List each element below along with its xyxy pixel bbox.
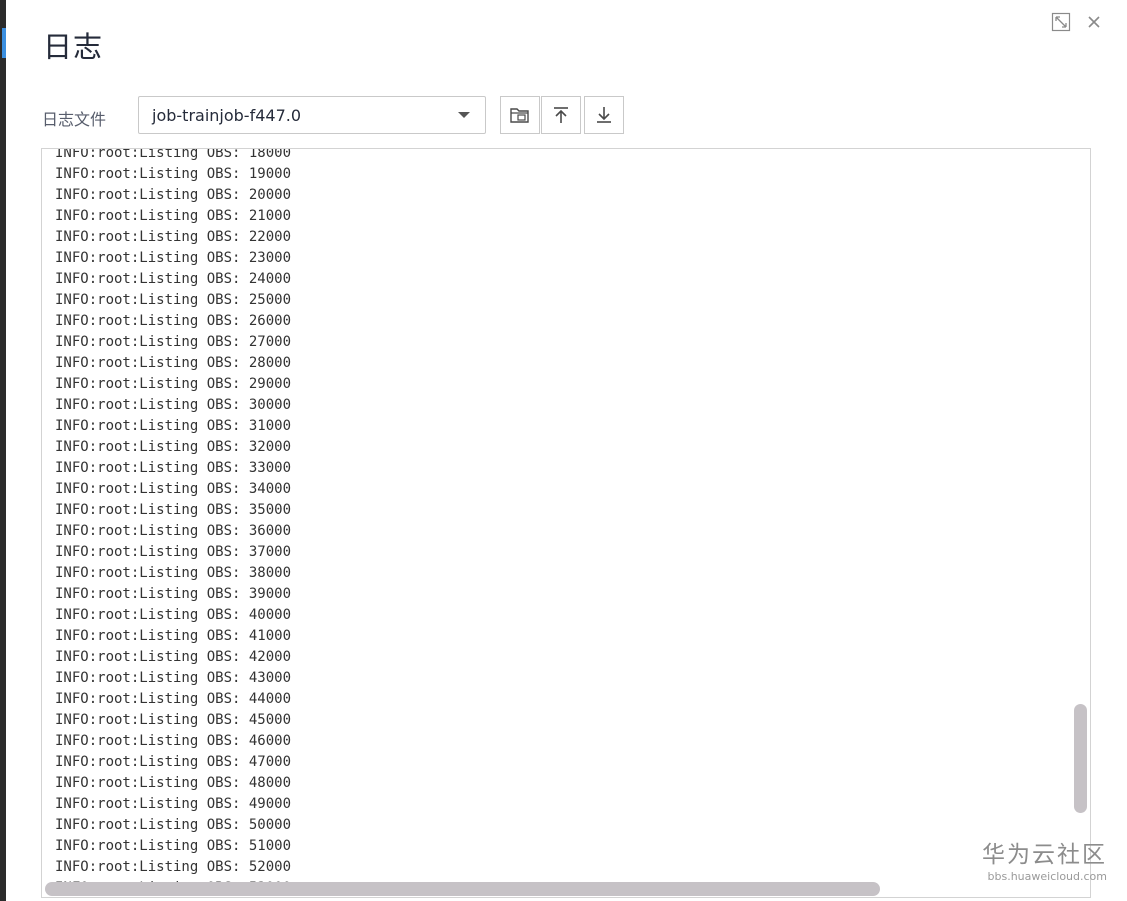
log-line: INFO:root:Listing OBS: 34000 xyxy=(55,481,292,497)
close-button[interactable] xyxy=(1084,12,1104,32)
log-line: INFO:root:Listing OBS: 31000 xyxy=(55,418,292,434)
log-line: INFO:root:Listing OBS: 28000 xyxy=(55,355,292,371)
log-line: INFO:root:Listing OBS: 24000 xyxy=(55,271,292,287)
log-line: INFO:root:Listing OBS: 44000 xyxy=(55,691,292,707)
log-line: INFO:root:Listing OBS: 27000 xyxy=(55,334,292,350)
log-line: INFO:root:Listing OBS: 18000 xyxy=(55,148,292,161)
watermark: 华为云社区 bbs.huaweicloud.com xyxy=(982,835,1107,883)
dialog-title: 日志 xyxy=(43,30,104,64)
maximize-icon xyxy=(1051,12,1071,32)
log-line: INFO:root:Listing OBS: 41000 xyxy=(55,628,292,644)
log-file-select-value: job-trainjob-f447.0 xyxy=(152,106,302,125)
log-line: INFO:root:Listing OBS: 49000 xyxy=(55,796,292,812)
log-line: INFO:root:Listing OBS: 26000 xyxy=(55,313,292,329)
log-lines: INFO:root:Listing OBS: 18000 INFO:root:Li… xyxy=(55,148,292,897)
open-folder-button[interactable] xyxy=(500,96,540,134)
chevron-down-icon xyxy=(458,112,470,118)
horizontal-scrollbar-thumb[interactable] xyxy=(45,882,880,896)
log-line: INFO:root:Listing OBS: 46000 xyxy=(55,733,292,749)
log-line: INFO:root:Listing OBS: 29000 xyxy=(55,376,292,392)
log-line: INFO:root:Listing OBS: 32000 xyxy=(55,439,292,455)
log-line: INFO:root:Listing OBS: 50000 xyxy=(55,817,292,833)
log-line: INFO:root:Listing OBS: 38000 xyxy=(55,565,292,581)
log-line: INFO:root:Listing OBS: 20000 xyxy=(55,187,292,203)
watermark-name: 华为云社区 xyxy=(982,842,1107,868)
maximize-button[interactable] xyxy=(1051,12,1071,32)
download-button[interactable] xyxy=(584,96,624,134)
log-line: INFO:root:Listing OBS: 37000 xyxy=(55,544,292,560)
arrow-up-to-top-icon xyxy=(554,107,568,123)
scroll-to-top-button[interactable] xyxy=(541,96,581,134)
log-line: INFO:root:Listing OBS: 33000 xyxy=(55,460,292,476)
download-icon xyxy=(597,107,611,123)
log-line: INFO:root:Listing OBS: 25000 xyxy=(55,292,292,308)
log-line: INFO:root:Listing OBS: 51000 xyxy=(55,838,292,854)
watermark-url: bbs.huaweicloud.com xyxy=(987,870,1107,883)
folder-icon xyxy=(510,108,529,123)
log-line: INFO:root:Listing OBS: 35000 xyxy=(55,502,292,518)
log-line: INFO:root:Listing OBS: 30000 xyxy=(55,397,292,413)
log-line: INFO:root:Listing OBS: 19000 xyxy=(55,166,292,182)
log-line: INFO:root:Listing OBS: 48000 xyxy=(55,775,292,791)
log-line: INFO:root:Listing OBS: 43000 xyxy=(55,670,292,686)
close-icon xyxy=(1088,16,1100,28)
vertical-scrollbar-thumb[interactable] xyxy=(1074,704,1087,813)
log-output-panel[interactable]: INFO:root:Listing OBS: 18000 INFO:root:Li… xyxy=(41,148,1091,898)
log-line: INFO:root:Listing OBS: 36000 xyxy=(55,523,292,539)
log-line: INFO:root:Listing OBS: 39000 xyxy=(55,586,292,602)
log-line: INFO:root:Listing OBS: 23000 xyxy=(55,250,292,266)
log-file-select[interactable]: job-trainjob-f447.0 xyxy=(138,96,486,134)
log-dialog: 日志 日志文件 job-trainjob-f447.0 INFO:root:Li… xyxy=(6,0,1127,901)
log-file-label: 日志文件 xyxy=(42,110,107,129)
log-line: INFO:root:Listing OBS: 52000 xyxy=(55,859,292,875)
log-line: INFO:root:Listing OBS: 42000 xyxy=(55,649,292,665)
log-line: INFO:root:Listing OBS: 21000 xyxy=(55,208,292,224)
log-line: INFO:root:Listing OBS: 40000 xyxy=(55,607,292,623)
log-line: INFO:root:Listing OBS: 22000 xyxy=(55,229,292,245)
log-line: INFO:root:Listing OBS: 47000 xyxy=(55,754,292,770)
log-line: INFO:root:Listing OBS: 45000 xyxy=(55,712,292,728)
